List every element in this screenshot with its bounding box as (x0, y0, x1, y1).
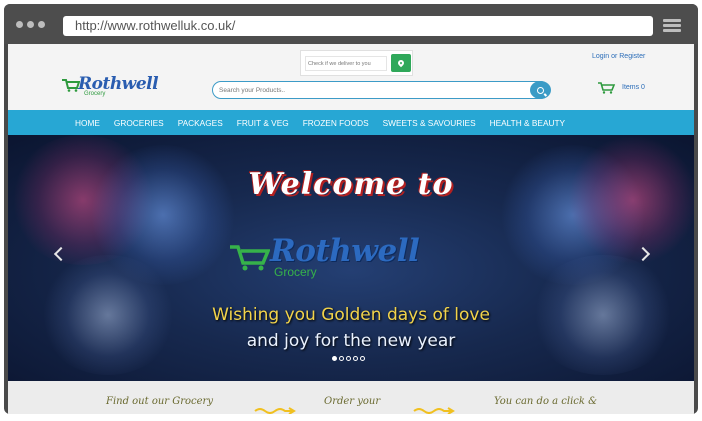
site-header: Check if we deliver to you Login or Regi… (8, 44, 694, 110)
window-controls (16, 21, 45, 28)
logo-subtitle: Grocery (84, 91, 106, 97)
slider-dot[interactable] (346, 356, 351, 361)
arrow-squiggle-icon (413, 407, 455, 414)
hero-tagline-line-2: and joy for the new year (246, 331, 456, 351)
shopping-cart-icon[interactable] (598, 82, 616, 94)
browser-window: http://www.rothwelluk.co.uk/ Check if we… (4, 4, 698, 414)
slider-dot[interactable] (353, 356, 358, 361)
arrow-squiggle-icon (254, 407, 296, 414)
window-dot[interactable] (38, 21, 45, 28)
cart-items-count[interactable]: Items 0 (622, 84, 645, 91)
nav-item-groceries[interactable]: GROCERIES (114, 118, 164, 128)
hero-slider: Welcome to Rothwell Grocery Wishing you … (8, 135, 694, 381)
cart-logo-icon (230, 245, 270, 271)
slider-pagination (332, 356, 365, 361)
window-dot[interactable] (16, 21, 23, 28)
login-register-link[interactable]: Login or Register (592, 53, 645, 60)
delivery-check-box: Check if we deliver to you (300, 50, 413, 76)
slider-dot[interactable] (332, 356, 337, 361)
hero-logo-subtitle: Grocery (274, 265, 317, 279)
location-pin-icon (396, 58, 406, 68)
product-search-box: Search your Products.. (212, 81, 551, 99)
delivery-check-button[interactable] (391, 54, 411, 72)
site-logo[interactable]: Rothwell Grocery (62, 72, 172, 100)
search-icon (537, 86, 544, 94)
address-bar[interactable]: http://www.rothwelluk.co.uk/ (63, 16, 653, 36)
main-navigation: HOME GROCERIES PACKAGES FRUIT & VEG FROZ… (8, 110, 694, 135)
step-1-text: Find out our Grocery (106, 396, 213, 407)
slider-dot[interactable] (360, 356, 365, 361)
browser-chrome: http://www.rothwelluk.co.uk/ (4, 4, 698, 44)
web-page: Check if we deliver to you Login or Regi… (8, 44, 694, 414)
nav-item-packages[interactable]: PACKAGES (178, 118, 223, 128)
slider-dot[interactable] (339, 356, 344, 361)
hamburger-menu-icon[interactable] (663, 19, 681, 33)
nav-item-sweets-savouries[interactable]: SWEETS & SAVOURIES (383, 118, 476, 128)
nav-item-frozen-foods[interactable]: FROZEN FOODS (303, 118, 369, 128)
nav-item-fruit-veg[interactable]: FRUIT & VEG (237, 118, 289, 128)
window-dot[interactable] (27, 21, 34, 28)
delivery-postcode-input[interactable]: Check if we deliver to you (305, 56, 387, 71)
search-input[interactable]: Search your Products.. (219, 84, 285, 97)
nav-item-home[interactable]: HOME (75, 118, 100, 128)
how-it-works-strip: Find out our Grocery Order your You can … (8, 381, 694, 414)
hero-logo-wordmark: Rothwell (270, 233, 420, 269)
hero-logo: Rothwell Grocery (230, 229, 480, 281)
search-button[interactable] (530, 81, 551, 99)
hero-tagline-line-1: Wishing you Golden days of love (212, 305, 490, 325)
step-2-text: Order your (324, 396, 381, 407)
step-3-text: You can do a click & (494, 396, 598, 407)
hero-welcome-heading: Welcome to (248, 167, 454, 202)
nav-item-health-beauty[interactable]: HEALTH & BEAUTY (490, 118, 565, 128)
